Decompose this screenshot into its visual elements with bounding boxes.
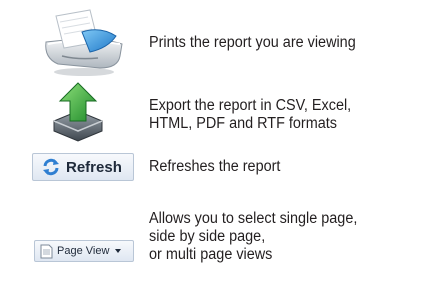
page-view-icon xyxy=(40,244,53,258)
legend-row-page-view: Page View Allows you to select single pa… xyxy=(0,200,434,300)
refresh-button-label: Refresh xyxy=(66,158,122,176)
export-description: Export the report in CSV, Excel, HTML, P… xyxy=(149,97,352,132)
legend-row-print: Prints the report you are viewing xyxy=(0,0,434,80)
refresh-button[interactable]: Refresh xyxy=(32,153,134,181)
legend-row-refresh: Refresh Refreshes the report xyxy=(0,144,434,200)
export-icon[interactable] xyxy=(50,81,106,143)
page-view-button-label: Page View xyxy=(57,245,110,257)
legend-row-export: Export the report in CSV, Excel, HTML, P… xyxy=(0,80,434,144)
refresh-icon xyxy=(43,158,59,176)
page-view-button[interactable]: Page View xyxy=(34,240,134,262)
toolbar-help-legend: { "items": [ { "icon": "printer-icon", "… xyxy=(0,0,434,300)
printer-icon[interactable] xyxy=(38,2,128,78)
caret-down-icon xyxy=(115,249,122,253)
print-description: Prints the report you are viewing xyxy=(149,34,356,51)
page-view-description: Allows you to select single page, side b… xyxy=(149,210,358,263)
refresh-description: Refreshes the report xyxy=(149,158,281,175)
